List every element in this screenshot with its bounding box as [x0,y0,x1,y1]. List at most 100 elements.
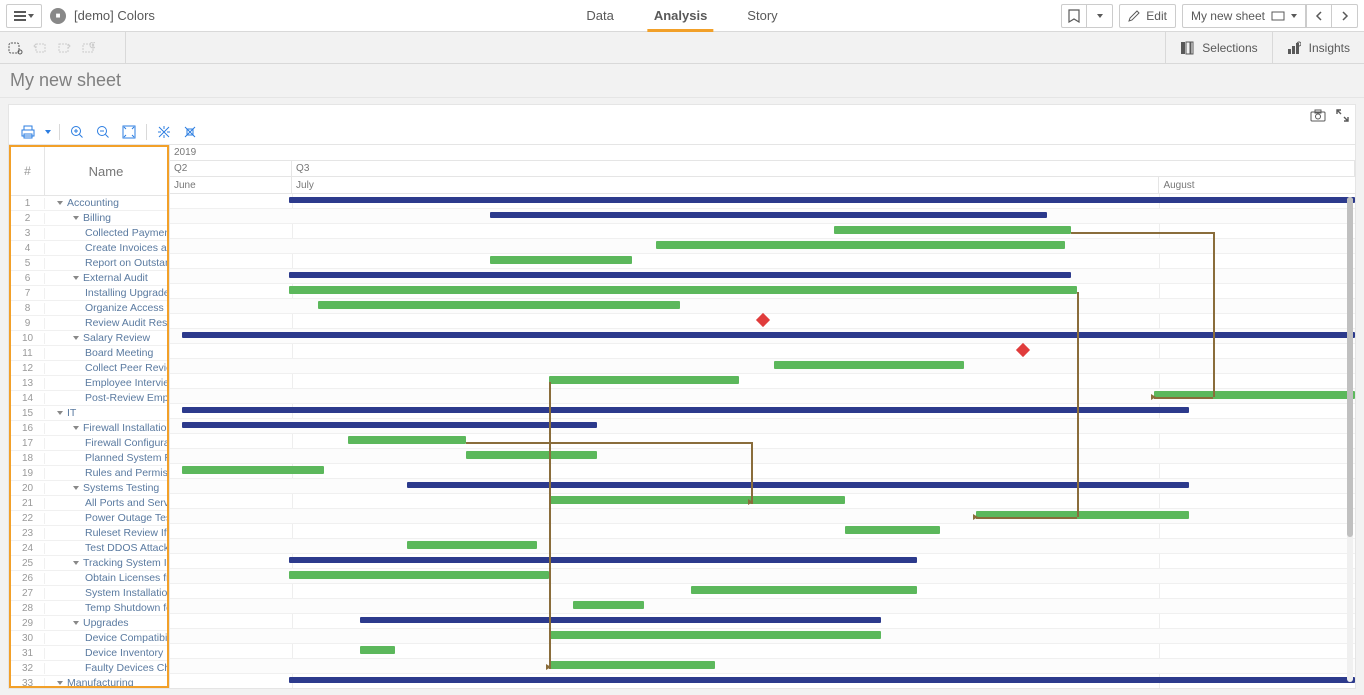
timeline-row[interactable] [170,209,1355,224]
timeline-row[interactable] [170,284,1355,299]
gantt-row-label[interactable]: 23Ruleset Review If Needed [11,526,167,541]
zoom-in-button[interactable] [66,122,88,142]
collapse-all-button[interactable] [179,122,201,142]
timeline-row[interactable] [170,374,1355,389]
task-bar[interactable] [360,646,396,654]
gantt-row-label[interactable]: 4Create Invoices and Send Invoices [11,241,167,256]
milestone-marker[interactable] [1016,343,1030,357]
timeline-row[interactable] [170,269,1355,284]
gantt-row-label[interactable]: 8Organize Access for External Auditors [11,301,167,316]
timeline-row[interactable] [170,194,1355,209]
collapse-toggle-icon[interactable] [57,411,63,415]
timeline-row[interactable] [170,314,1355,329]
gantt-row-label[interactable]: 10Salary Review [11,331,167,346]
fit-all-button[interactable] [118,122,140,142]
step-forward-icon[interactable] [56,40,72,56]
task-bar[interactable] [549,631,881,639]
bookmark-button[interactable] [1061,4,1087,28]
gantt-row-label[interactable]: 33Manufacturing [11,676,167,686]
tab-data[interactable]: Data [586,0,613,31]
timeline-row[interactable] [170,554,1355,569]
timeline-row[interactable] [170,494,1355,509]
summary-bar[interactable] [182,332,1355,338]
timeline-row[interactable] [170,614,1355,629]
gantt-row-label[interactable]: 20Systems Testing [11,481,167,496]
timeline-row[interactable] [170,479,1355,494]
tab-analysis[interactable]: Analysis [654,0,707,31]
gantt-row-label[interactable]: 6External Audit [11,271,167,286]
summary-bar[interactable] [289,557,917,563]
tab-story[interactable]: Story [747,0,777,31]
task-bar[interactable] [573,601,644,609]
task-bar[interactable] [289,286,1077,294]
timeline-row[interactable] [170,359,1355,374]
timeline-row[interactable] [170,464,1355,479]
timeline-row[interactable] [170,629,1355,644]
gantt-row-label[interactable]: 21All Ports and Services Test [11,496,167,511]
task-bar[interactable] [1154,391,1355,399]
timeline-row[interactable] [170,599,1355,614]
task-bar[interactable] [845,526,940,534]
gantt-row-label[interactable]: 26Obtain Licenses from the Vendor [11,571,167,586]
selections-button[interactable]: Selections [1165,32,1271,63]
summary-bar[interactable] [289,272,1071,278]
timeline-row[interactable] [170,509,1355,524]
gantt-row-label[interactable]: 14Post-Review Employee Interviews [11,391,167,406]
summary-bar[interactable] [289,197,1356,203]
timeline-row[interactable] [170,329,1355,344]
task-bar[interactable] [691,586,916,594]
collapse-toggle-icon[interactable] [73,486,79,490]
prev-sheet-button[interactable] [1306,4,1332,28]
task-bar[interactable] [976,511,1189,519]
gantt-row-label[interactable]: 16Firewall Installation [11,421,167,436]
zoom-out-button[interactable] [92,122,114,142]
column-header-number[interactable]: # [11,147,45,195]
gantt-row-label[interactable]: 28Temp Shutdown for IT Audit [11,601,167,616]
task-bar[interactable] [466,451,596,459]
print-button[interactable] [17,122,39,142]
task-bar[interactable] [289,571,550,579]
timeline-row[interactable] [170,584,1355,599]
gantt-row-label[interactable]: 19Rules and Permissions Audit [11,466,167,481]
timeline-row[interactable] [170,674,1355,688]
timeline-row[interactable] [170,224,1355,239]
task-bar[interactable] [549,376,739,384]
gantt-row-label[interactable]: 5Report on Outstanding Collections [11,256,167,271]
insights-button[interactable]: Insights [1272,32,1364,63]
gantt-row-label[interactable]: 3Collected Payments Review [11,226,167,241]
task-bar[interactable] [490,256,632,264]
summary-bar[interactable] [407,482,1189,488]
task-bar[interactable] [407,541,537,549]
gantt-row-label[interactable]: 27System Installation [11,586,167,601]
timeline-row[interactable] [170,659,1355,674]
gantt-row-label[interactable]: 12Collect Peer Review Data [11,361,167,376]
collapse-toggle-icon[interactable] [73,426,79,430]
collapse-toggle-icon[interactable] [73,336,79,340]
collapse-toggle-icon[interactable] [73,216,79,220]
gantt-row-label[interactable]: 31Device Inventory [11,646,167,661]
gantt-row-label[interactable]: 25Tracking System Installation [11,556,167,571]
task-bar[interactable] [318,301,679,309]
clear-selections-icon[interactable] [80,40,96,56]
gantt-row-label[interactable]: 7Installing Upgrades [11,286,167,301]
collapse-toggle-icon[interactable] [73,276,79,280]
timeline-row[interactable] [170,239,1355,254]
gantt-row-label[interactable]: 18Planned System Restart [11,451,167,466]
gantt-row-label[interactable]: 2Billing [11,211,167,226]
timeline-row[interactable] [170,644,1355,659]
timeline-rows[interactable] [170,194,1355,688]
task-bar[interactable] [182,466,324,474]
gantt-row-label[interactable]: 9Review Audit Results [11,316,167,331]
milestone-marker[interactable] [755,313,769,327]
print-dropdown[interactable] [43,122,53,142]
summary-bar[interactable] [182,407,1189,413]
timeline-row[interactable] [170,524,1355,539]
timeline-row[interactable] [170,434,1355,449]
timeline-row[interactable] [170,449,1355,464]
timeline-row[interactable] [170,254,1355,269]
gantt-row-label[interactable]: 15IT [11,406,167,421]
bookmark-dropdown-button[interactable] [1087,4,1113,28]
task-bar[interactable] [656,241,1065,249]
collapse-toggle-icon[interactable] [73,621,79,625]
collapse-toggle-icon[interactable] [57,201,63,205]
